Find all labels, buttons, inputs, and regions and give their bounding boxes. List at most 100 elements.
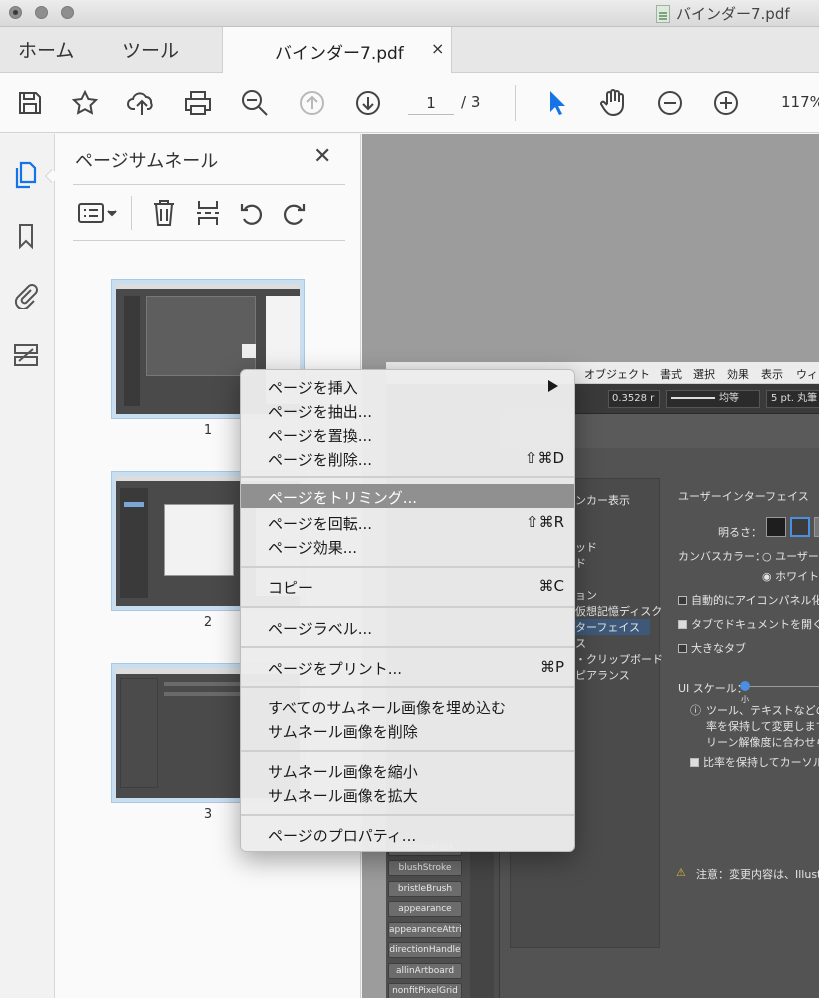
menu-item-label: すべてのサムネール画像を埋め込む — [268, 699, 507, 717]
bookmark-star-icon[interactable] — [69, 87, 101, 119]
embedded-category: ・クリップボード — [575, 653, 663, 666]
menu-item-shortcut: ⇧⌘R — [526, 513, 564, 531]
menu-separator — [241, 476, 574, 478]
embedded-ui-scale-thumb — [740, 681, 750, 691]
pdf-file-icon — [656, 4, 670, 23]
page-number-input[interactable]: 1 — [408, 91, 454, 115]
print-icon[interactable] — [182, 87, 214, 119]
embedded-category: ピアランス — [575, 669, 630, 682]
menu-item-copy[interactable]: コピー ⌘C — [241, 574, 574, 598]
embedded-stroke-width: 0.3528 r — [608, 390, 660, 408]
tab-document[interactable]: バインダー7.pdf × — [222, 27, 452, 74]
previous-page-icon[interactable] — [296, 87, 328, 119]
embedded-swatch — [766, 517, 786, 537]
zoom-in-icon[interactable] — [710, 87, 742, 119]
menu-item-page-transitions[interactable]: ページ効果... — [241, 534, 574, 558]
menu-item-label: ページ効果... — [268, 539, 358, 557]
tab-home[interactable]: ホーム — [18, 36, 74, 63]
page-total: / 3 — [461, 93, 481, 111]
menu-item-label: ページを置換... — [268, 427, 373, 445]
embedded-category-selected: ターフェイス — [574, 619, 650, 635]
zoom-level[interactable]: 117% — [781, 93, 819, 111]
page-thumbnails-icon[interactable] — [10, 159, 42, 191]
embedded-ui-scale-track — [746, 686, 819, 687]
navigation-rail — [0, 134, 60, 998]
rotate-clockwise-icon[interactable] — [277, 196, 311, 230]
menu-item-shortcut: ⇧⌘D — [524, 449, 564, 467]
window-title: バインダー7.pdf — [656, 3, 790, 24]
menu-item-page-labels[interactable]: ページラベル... — [241, 615, 574, 639]
embedded-opt-large-tabs: 大きなタブ — [678, 640, 746, 656]
panel-divider — [73, 240, 345, 241]
embedded-warning-icon: ⚠ — [676, 866, 686, 879]
menu-item-label: ページラベル... — [268, 620, 373, 638]
panel-close-icon[interactable]: ✕ — [313, 144, 331, 169]
panel-title: ページサムネール — [75, 151, 219, 172]
tab-close-icon[interactable]: × — [431, 39, 444, 58]
window-title-text: バインダー7.pdf — [676, 5, 790, 23]
close-window-button[interactable] — [9, 6, 22, 19]
embedded-swatch-selected — [790, 517, 810, 537]
embedded-canvas-label: カンバスカラー： — [678, 550, 766, 563]
embedded-brush-item: blushStroke — [388, 860, 462, 876]
menu-item-delete-pages[interactable]: ページを削除... ⇧⌘D — [241, 446, 574, 470]
tab-tools[interactable]: ツール — [122, 36, 179, 63]
menu-item-label: サムネール画像を縮小 — [268, 763, 418, 781]
embedded-info-line: リーン解像度に合わせられ — [706, 736, 819, 749]
embedded-checkbox-checked — [678, 620, 687, 629]
menu-item-label: コピー — [268, 579, 314, 597]
zoom-window-button[interactable] — [61, 6, 74, 19]
menu-item-extract-pages[interactable]: ページを抽出... — [241, 398, 574, 422]
menu-item-print-pages[interactable]: ページをプリント... ⌘P — [241, 655, 574, 679]
zoom-out-icon[interactable] — [654, 87, 686, 119]
insert-page-icon[interactable] — [191, 196, 225, 230]
menu-separator — [241, 814, 574, 816]
embedded-checkbox — [678, 644, 687, 653]
rotate-counterclockwise-icon[interactable] — [235, 196, 269, 230]
menu-item-replace-pages[interactable]: ページを置換... — [241, 422, 574, 446]
menu-item-label: ページを挿入 — [268, 379, 358, 397]
menu-item-embed-thumbnails[interactable]: すべてのサムネール画像を埋め込む — [241, 694, 574, 718]
select-pointer-icon[interactable] — [541, 87, 573, 119]
embedded-category: 仮想記憶ディスク — [575, 605, 663, 618]
embedded-canvas-white: ◉ ホワイト — [762, 570, 819, 583]
panel-tool-divider — [131, 196, 132, 230]
next-page-icon[interactable] — [352, 87, 384, 119]
attachments-icon[interactable] — [10, 279, 42, 311]
compare-layers-icon[interactable] — [10, 339, 42, 371]
hand-tool-icon[interactable] — [597, 87, 629, 119]
menu-item-rotate-pages[interactable]: ページを回転... ⇧⌘R — [241, 510, 574, 534]
embedded-checkbox-checked — [690, 758, 699, 767]
embedded-brush-item: appearanceAttribute — [388, 922, 462, 938]
menu-item-enlarge-thumbnails[interactable]: サムネール画像を拡大 — [241, 782, 574, 806]
embedded-opt-auto-iconic: 自動的にアイコンパネル化 — [678, 592, 819, 608]
embedded-opt-text: 大きなタブ — [691, 642, 746, 655]
menu-separator — [241, 566, 574, 568]
embedded-ui-scale-label: UI スケール： — [678, 682, 748, 695]
menu-item-label: ページを回転... — [268, 515, 373, 533]
save-icon[interactable] — [14, 87, 46, 119]
menu-item-crop-pages[interactable]: ページをトリミング... — [241, 484, 574, 508]
embedded-canvas-user-text: ユーザー — [775, 550, 819, 563]
page-context-menu: ページを挿入 ページを抽出... ページを置換... ページを削除... ⇧⌘D… — [240, 369, 575, 852]
thumbnail-options-icon[interactable] — [73, 196, 121, 230]
bookmarks-icon[interactable] — [10, 220, 42, 252]
menu-item-reduce-thumbnails[interactable]: サムネール画像を縮小 — [241, 758, 574, 782]
embedded-brightness-label: 明るさ： — [718, 526, 762, 539]
menu-item-label: サムネール画像を削除 — [268, 723, 418, 741]
embedded-info-icon: ⓘ — [690, 704, 701, 717]
minimize-window-button[interactable] — [35, 6, 48, 19]
delete-page-icon[interactable] — [147, 196, 181, 230]
embedded-note: 注意：変更内容は、Illustrato — [696, 868, 819, 881]
menu-separator — [241, 750, 574, 752]
embedded-opt-text: タブでドキュメントを開く — [691, 618, 819, 631]
zoom-out-search-icon[interactable] — [239, 87, 271, 119]
menu-item-remove-thumbnails[interactable]: サムネール画像を削除 — [241, 718, 574, 742]
embedded-brush-item: allinArtboard — [388, 963, 462, 979]
menu-separator — [241, 686, 574, 688]
embedded-category: ス — [575, 637, 586, 650]
menu-item-label: ページをトリミング... — [268, 489, 418, 507]
menu-item-insert-pages[interactable]: ページを挿入 — [241, 374, 574, 398]
menu-item-page-properties[interactable]: ページのプロパティ... — [241, 822, 574, 846]
upload-cloud-icon[interactable] — [126, 87, 158, 119]
